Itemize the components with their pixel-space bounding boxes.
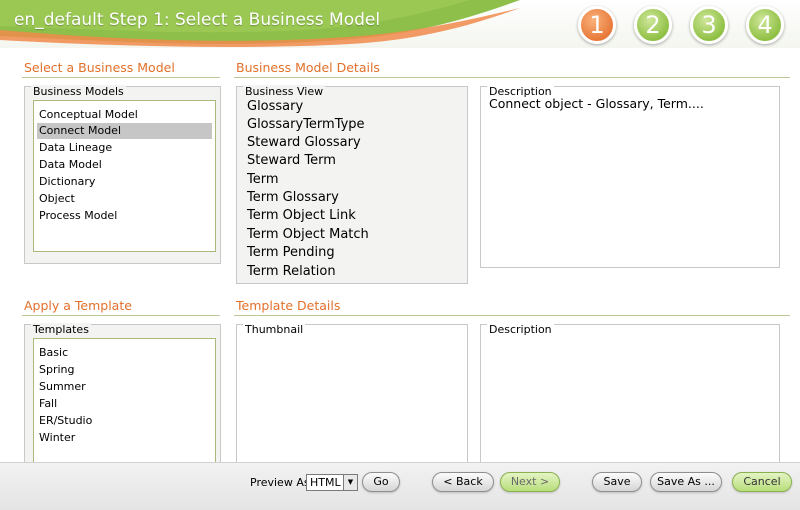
step-4-indicator: 4 bbox=[746, 6, 784, 44]
templates-group: Templates Basic Spring Summer Fall ER/St… bbox=[24, 323, 221, 470]
list-item[interactable]: Fall bbox=[37, 396, 212, 412]
section-divider bbox=[234, 77, 790, 78]
list-item[interactable]: Data Model bbox=[37, 157, 212, 173]
wizard-header: en_default Step 1: Select a Business Mod… bbox=[0, 0, 800, 48]
step-3-indicator: 3 bbox=[690, 6, 728, 44]
preview-as-label: Preview As: bbox=[250, 476, 314, 489]
list-item[interactable]: ER/Studio bbox=[37, 413, 212, 429]
save-button[interactable]: Save bbox=[592, 472, 642, 492]
model-description-group: Description Connect object - Glossary, T… bbox=[480, 85, 780, 268]
business-view-item[interactable]: Term bbox=[247, 171, 279, 189]
preview-format-value: HTML bbox=[310, 476, 341, 489]
list-item[interactable]: Object bbox=[37, 191, 212, 207]
business-view-item[interactable]: Steward Glossary bbox=[247, 134, 361, 152]
business-view-item[interactable]: GlossaryTermType bbox=[247, 116, 365, 134]
cancel-button[interactable]: Cancel bbox=[732, 472, 792, 492]
list-item[interactable]: Spring bbox=[37, 362, 212, 378]
business-view-label: Business View bbox=[243, 85, 326, 98]
thumbnail-group: Thumbnail bbox=[236, 323, 468, 466]
business-models-label: Business Models bbox=[31, 85, 126, 98]
business-view-item[interactable]: Term Object Link bbox=[247, 207, 356, 225]
page-title: en_default Step 1: Select a Business Mod… bbox=[14, 10, 381, 30]
model-details-section-title: Business Model Details bbox=[236, 60, 380, 75]
list-item[interactable]: Dictionary bbox=[37, 174, 212, 190]
list-item[interactable]: Basic bbox=[37, 345, 212, 361]
model-description-text: Connect object - Glossary, Term.... bbox=[489, 96, 704, 111]
next-button[interactable]: Next > bbox=[500, 472, 560, 492]
step-2-indicator: 2 bbox=[634, 6, 672, 44]
section-divider bbox=[234, 315, 790, 316]
list-item[interactable]: Summer bbox=[37, 379, 212, 395]
business-view-group: Business View Glossary GlossaryTermType … bbox=[236, 85, 468, 284]
back-button[interactable]: < Back bbox=[432, 472, 494, 492]
step-1-indicator: 1 bbox=[578, 6, 616, 44]
business-view-item[interactable]: Glossary bbox=[247, 98, 303, 116]
business-models-list[interactable]: Conceptual Model Connect Model Data Line… bbox=[33, 100, 216, 252]
business-models-group: Business Models Conceptual Model Connect… bbox=[24, 85, 221, 264]
business-view-item[interactable]: Steward Term bbox=[247, 152, 336, 170]
list-item[interactable]: Winter bbox=[37, 430, 212, 446]
templates-label: Templates bbox=[31, 323, 91, 336]
business-view-item[interactable]: Term Glossary bbox=[247, 189, 339, 207]
list-item[interactable]: Data Lineage bbox=[37, 140, 212, 156]
thumbnail-label: Thumbnail bbox=[243, 323, 306, 336]
template-description-label: Description bbox=[487, 323, 554, 336]
business-view-item[interactable]: Term Relation bbox=[247, 263, 336, 281]
template-description-group: Description bbox=[480, 323, 780, 466]
templates-list[interactable]: Basic Spring Summer Fall ER/Studio Winte… bbox=[33, 338, 216, 470]
template-details-section-title: Template Details bbox=[236, 298, 341, 313]
list-item[interactable]: Conceptual Model bbox=[37, 107, 212, 123]
section-divider bbox=[22, 77, 220, 78]
business-view-item[interactable]: Term Pending bbox=[247, 244, 335, 262]
list-item[interactable]: Process Model bbox=[37, 208, 212, 224]
preview-format-select[interactable]: HTML ▼ bbox=[306, 474, 358, 491]
section-divider bbox=[22, 315, 220, 316]
business-view-item[interactable]: Term Object Match bbox=[247, 226, 369, 244]
chevron-down-icon[interactable]: ▼ bbox=[343, 475, 357, 490]
save-as-button[interactable]: Save As ... bbox=[650, 472, 722, 492]
business-model-section-title: Select a Business Model bbox=[24, 60, 175, 75]
list-item-selected[interactable]: Connect Model bbox=[37, 123, 212, 139]
template-section-title: Apply a Template bbox=[24, 298, 132, 313]
go-button[interactable]: Go bbox=[362, 472, 400, 492]
